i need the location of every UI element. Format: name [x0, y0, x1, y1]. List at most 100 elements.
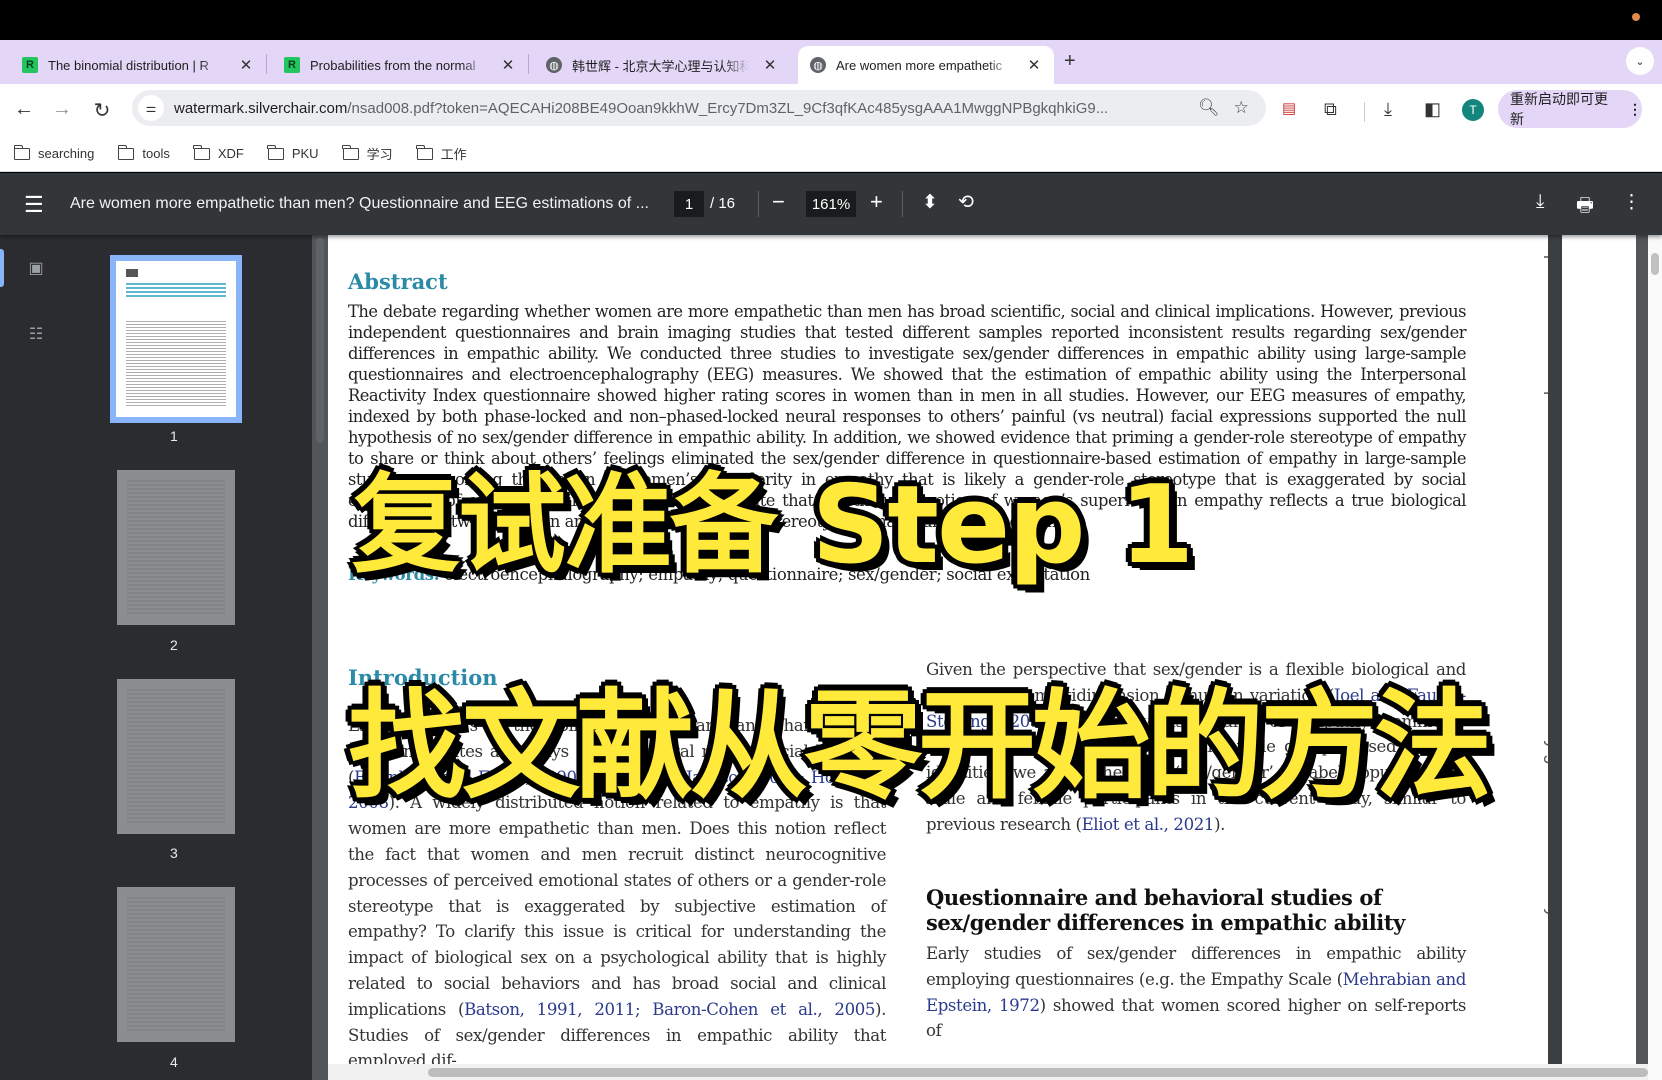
print-icon[interactable]: 🖶︎ [1576, 191, 1594, 223]
zoom-lens-icon[interactable]: 🔍︎ [1198, 98, 1220, 118]
page-total: / 16 [710, 195, 736, 212]
tab-title: Are women more empathetic [836, 57, 1003, 73]
bookmark-folder-work[interactable]: 工作 [416, 144, 467, 163]
page-thumbnail-3[interactable] [117, 679, 235, 834]
more-vert-icon: ⋮ [1628, 100, 1642, 117]
browser-toolbar: ← → ↻ ⚌ watermark.silverchair.com/nsad00… [0, 84, 1662, 136]
globe-icon: ◍ [810, 57, 826, 73]
page-edge [1548, 235, 1562, 1080]
folder-icon [117, 144, 135, 160]
tab-empathy-pdf[interactable]: ◍ Are women more empathetic ✕ [798, 46, 1054, 84]
thumbnail-page-number: 1 [170, 428, 178, 444]
relaunch-update-button[interactable]: 重新启动即可更新 ⋮ [1498, 90, 1642, 128]
side-panel-icon[interactable]: ◧ [1424, 99, 1441, 120]
thumbnail-page-number: 2 [170, 637, 178, 653]
overlay-title-line-2: 找文献从零开始的方法 [346, 676, 1493, 817]
tab-divider [266, 54, 267, 74]
profile-avatar[interactable]: T [1462, 99, 1484, 121]
scrollbar-thumb[interactable] [1651, 253, 1659, 275]
zoom-out-button[interactable]: − [772, 189, 785, 215]
bookmark-folder-study[interactable]: 学习 [342, 144, 393, 163]
tab-strip: R The binomial distribution | R ✕ R Prob… [0, 40, 1662, 84]
recording-indicator [1632, 13, 1640, 21]
sidebar-scrollbar[interactable] [316, 238, 324, 443]
tab-title: 韩世辉 - 北京大学心理与认知科 [572, 58, 750, 74]
menu-hamburger-icon[interactable]: ☰ [24, 192, 44, 218]
tab-search-button[interactable]: ⌄ [1626, 47, 1654, 75]
thumbnail-page-number: 3 [170, 845, 178, 861]
extensions-puzzle-icon[interactable]: ⧉ [1324, 99, 1337, 120]
new-tab-button[interactable]: + [1064, 50, 1076, 73]
thumbnail-page-number: 4 [170, 1054, 178, 1070]
bookmark-folder-tools[interactable]: tools [117, 144, 170, 161]
active-view-indicator [0, 249, 4, 287]
close-icon[interactable]: ✕ [1026, 56, 1042, 74]
folder-icon [193, 144, 210, 160]
paragraph-text: ). A widely distributed notion related t… [348, 793, 886, 1019]
url-text[interactable]: watermark.silverchair.com/nsad008.pdf?to… [174, 100, 1184, 117]
pdf-extension-icon[interactable]: ▤ [1282, 99, 1296, 117]
tab-title: Probabilities from the normal [310, 57, 476, 73]
section-heading: Questionnaire and behavioral studies of … [926, 885, 1405, 935]
folder-icon [342, 144, 359, 160]
toolbar-divider [1364, 102, 1365, 122]
toolbar-divider [758, 191, 759, 217]
close-icon[interactable]: ✕ [762, 56, 778, 74]
address-bar[interactable]: ⚌ watermark.silverchair.com/nsad008.pdf?… [132, 90, 1266, 126]
tab-binomial[interactable]: R The binomial distribution | R ✕ [10, 46, 266, 84]
overlay-title-line-1: 复试准备 Step 1 [350, 462, 1195, 590]
close-icon[interactable]: ✕ [500, 56, 516, 74]
tab-normal[interactable]: R Probabilities from the normal ✕ [272, 46, 528, 84]
bookmark-folder-searching[interactable]: searching [13, 144, 94, 161]
zoom-in-button[interactable]: + [870, 189, 883, 215]
thumbnails-view-icon[interactable]: ▣ [26, 258, 46, 278]
download-icon[interactable]: ⤓ [1536, 191, 1544, 213]
scrollbar-thumb[interactable] [428, 1068, 1648, 1077]
r-logo-icon: R [284, 57, 300, 73]
folder-icon [267, 144, 284, 160]
forward-button[interactable]: → [50, 98, 74, 121]
chevron-down-icon: ⌄ [1635, 55, 1645, 68]
thumbnail-title [126, 283, 226, 299]
bookmark-folder-xdf[interactable]: XDF [193, 144, 244, 161]
close-icon[interactable]: ✕ [238, 56, 254, 74]
folder-icon [13, 144, 30, 160]
more-options-icon[interactable]: ⋮ [1622, 191, 1641, 214]
horizontal-scrollbar[interactable] [328, 1064, 1648, 1080]
thumbnail-logo [126, 269, 138, 277]
abstract-heading: Abstract [348, 269, 448, 294]
globe-icon: ◍ [546, 57, 562, 73]
update-label: 重新启动即可更新 [1510, 91, 1608, 127]
vertical-scrollbar[interactable] [1648, 235, 1662, 1080]
tab-pku-profile[interactable]: ◍ 韩世辉 - 北京大学心理与认知科 ✕ [534, 46, 790, 84]
outline-view-icon[interactable]: ☷ [26, 324, 46, 344]
thumbnail-text [127, 689, 225, 824]
page-thumbnail-4[interactable] [117, 887, 235, 1042]
toolbar-divider [902, 191, 903, 217]
thumbnail-text [126, 321, 226, 407]
bookmark-folder-pku[interactable]: PKU [267, 144, 319, 161]
pdf-document-title: Are women more empathetic than men? Ques… [70, 195, 649, 212]
rotate-icon[interactable]: ⟲ [958, 191, 974, 214]
section-text: Early studies of sex/gender differences … [926, 941, 1466, 1044]
bookmarks-bar: searching tools XDF PKU 学习 工作 [0, 136, 1662, 172]
screen-top-bar [0, 0, 1662, 40]
citation-link[interactable]: Batson, 1991, 2011; Baron-Cohen et al., … [464, 1000, 875, 1019]
reload-button[interactable]: ↻ [90, 98, 114, 123]
pdf-sidebar: ▣ ☷ 1 2 3 4 [0, 235, 312, 1080]
page-thumbnail-2[interactable] [117, 470, 235, 625]
pdf-toolbar: ☰ Are women more empathetic than men? Qu… [0, 173, 1662, 235]
r-logo-icon: R [22, 57, 38, 73]
fit-to-page-icon[interactable]: ⬍ [922, 191, 938, 214]
page-number-input[interactable]: 1 [674, 191, 704, 217]
site-settings-icon[interactable]: ⚌ [138, 95, 164, 121]
downloads-icon[interactable]: ⤓ [1384, 99, 1392, 120]
back-button[interactable]: ← [12, 98, 36, 121]
thumbnail-text [127, 897, 225, 1032]
folder-icon [416, 144, 433, 160]
zoom-level-input[interactable]: 161% [806, 191, 856, 217]
tab-divider [528, 54, 529, 74]
page-thumbnail-1[interactable] [110, 255, 242, 423]
tab-title: The binomial distribution | R [48, 57, 209, 73]
bookmark-star-icon[interactable]: ☆ [1234, 98, 1249, 118]
